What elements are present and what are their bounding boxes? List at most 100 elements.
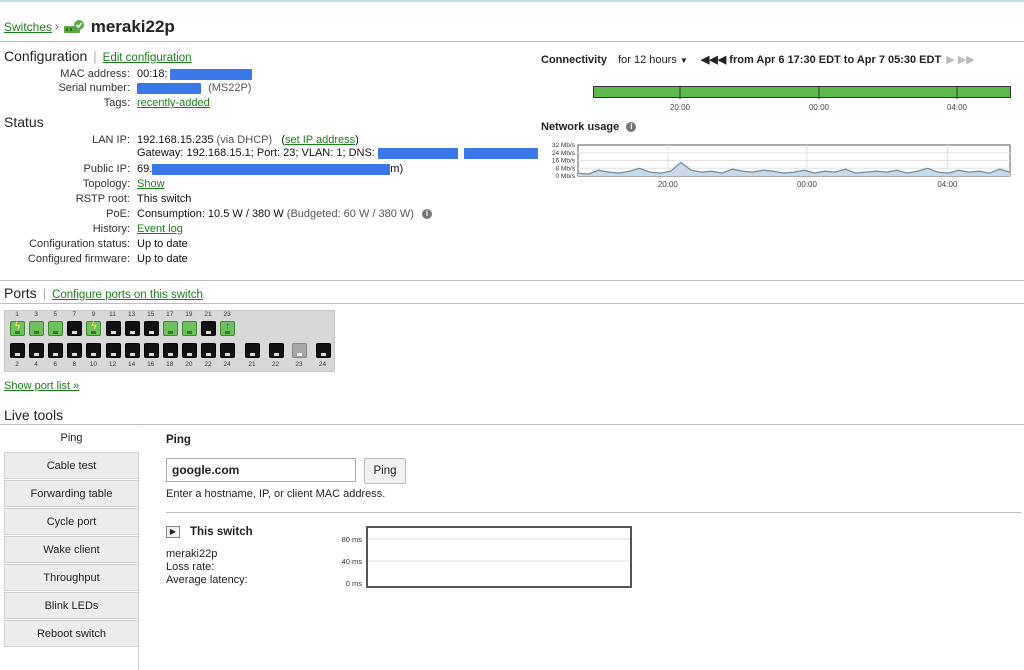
port-notch [148,331,154,334]
tags-label: Tags: [103,97,130,109]
port-21[interactable] [201,321,216,336]
port-4[interactable] [29,343,45,358]
port-20[interactable] [181,343,197,358]
configure-ports-link[interactable]: Configure ports on this switch [52,289,203,301]
port-number: 16 [147,361,155,368]
port-notch [273,353,279,356]
port-number: 22 [204,361,212,368]
port-number: 9 [91,311,96,318]
connectivity-range-select[interactable]: for 12 hours ▼ [618,54,688,66]
uplink-port-21[interactable] [245,343,260,358]
port-5[interactable] [48,321,64,336]
ping-button[interactable]: Ping [364,458,406,484]
fast-forward-icon[interactable]: ▶▶ [958,54,975,66]
port-number: 24 [318,361,327,368]
port-notch [250,353,255,356]
tool-blink-leds[interactable]: Blink LEDs [4,592,139,619]
tool-wake-client[interactable]: Wake client [4,536,139,563]
port-23[interactable]: ↑ [220,321,236,336]
tool-throughput[interactable]: Throughput [4,564,139,591]
port-9[interactable]: ϟ [86,321,102,336]
ping-target-input[interactable]: google.com [166,458,356,482]
topology-show-link[interactable]: Show [137,178,165,190]
edit-configuration-link[interactable]: Edit configuration [103,52,192,64]
set-ip-address-link[interactable]: set IP address [285,134,355,146]
ports-section-title: Ports | Configure ports on this switch [4,285,203,301]
event-log-link[interactable]: Event log [137,223,183,235]
port-notch [53,353,59,356]
port-notch [129,353,135,356]
expand-play-icon[interactable]: ▶ [166,526,180,538]
top-accent-line [0,0,1024,2]
port-1[interactable]: ϟ [10,321,25,336]
breadcrumb-switches[interactable]: Switches [4,20,52,34]
port-number: 6 [53,361,57,368]
port-number: 11 [109,311,116,318]
port-number: 23 [223,311,231,318]
port-12[interactable] [105,343,121,358]
port-notch [72,331,78,334]
net-y-label: 32 Mb/s [552,142,576,149]
gateway-text: Gateway: 192.168.15.1; Port: 23; VLAN: 1… [137,147,375,159]
port-number: 4 [34,361,38,368]
port-3[interactable] [29,321,45,336]
port-19[interactable] [181,321,197,336]
uplink-port-23[interactable] [292,343,307,358]
info-icon[interactable]: i [626,122,637,133]
port-24[interactable] [220,343,236,358]
title-divider: | [42,286,47,301]
ping-hint: Enter a hostname, IP, or client MAC addr… [166,488,386,500]
port-13[interactable] [124,321,140,336]
tool-cycle-port[interactable]: Cycle port [4,508,139,535]
port-22[interactable] [201,343,216,358]
port-10[interactable] [86,343,102,358]
tool-cable-test[interactable]: Cable test [4,452,139,479]
public-ip-tail: m) [390,163,404,175]
tag-recently-added-link[interactable]: recently-added [137,97,210,109]
config-status-value: Up to date [137,238,188,250]
rewind-icon[interactable]: ◀◀◀ [701,54,726,66]
connectivity-title: Connectivity [541,54,608,66]
lan-ip-value: 192.168.15.235 (via DHCP) (set IP addres… [137,134,359,146]
port-15[interactable] [143,321,159,336]
show-port-list-link[interactable]: Show port list » [4,380,79,392]
port-7[interactable] [67,321,83,336]
tool-forwarding-table[interactable]: Forwarding table [4,480,139,507]
ping-y-label: 80 ms [342,535,363,544]
port-notch [72,353,78,356]
rstp-label: RSTP root: [75,193,130,205]
port-16[interactable] [143,343,159,358]
configuration-heading: Configuration [4,48,88,64]
status-divider [0,280,1024,281]
ping-divider [166,512,1021,513]
port-notch [91,353,97,356]
lan-ip-label: LAN IP: [92,134,130,146]
uplink-port-22[interactable] [268,343,284,358]
net-x-label: 00:00 [797,180,818,189]
topology-label: Topology: [82,178,130,190]
live-tools-divider [0,424,1024,425]
poe-label: PoE: [106,208,130,220]
tool-ping[interactable]: Ping [4,425,139,452]
port-notch [206,331,211,334]
info-icon[interactable]: i [422,209,433,220]
tool-reboot-switch[interactable]: Reboot switch [4,620,139,647]
port-18[interactable] [162,343,178,358]
page-title: meraki22p [90,17,175,36]
port-11[interactable] [105,321,121,336]
step-forward-icon[interactable]: ▶ [946,54,954,66]
port-6[interactable] [48,343,64,358]
port-2[interactable] [10,343,25,358]
uplink-port-24[interactable] [315,343,331,358]
port-17[interactable] [162,321,178,336]
ports-heading: Ports [4,285,37,301]
port-notch [225,353,231,356]
conn-tick-label: 04:00 [947,103,968,112]
conn-tick-label: 00:00 [809,103,830,112]
port-14[interactable] [124,343,140,358]
poe-bolt-icon: ϟ [91,321,97,332]
redacted-block [169,68,252,80]
port-8[interactable] [67,343,83,358]
history-row: History: Event log [0,222,540,236]
topology-row: Topology: Show [0,177,540,191]
